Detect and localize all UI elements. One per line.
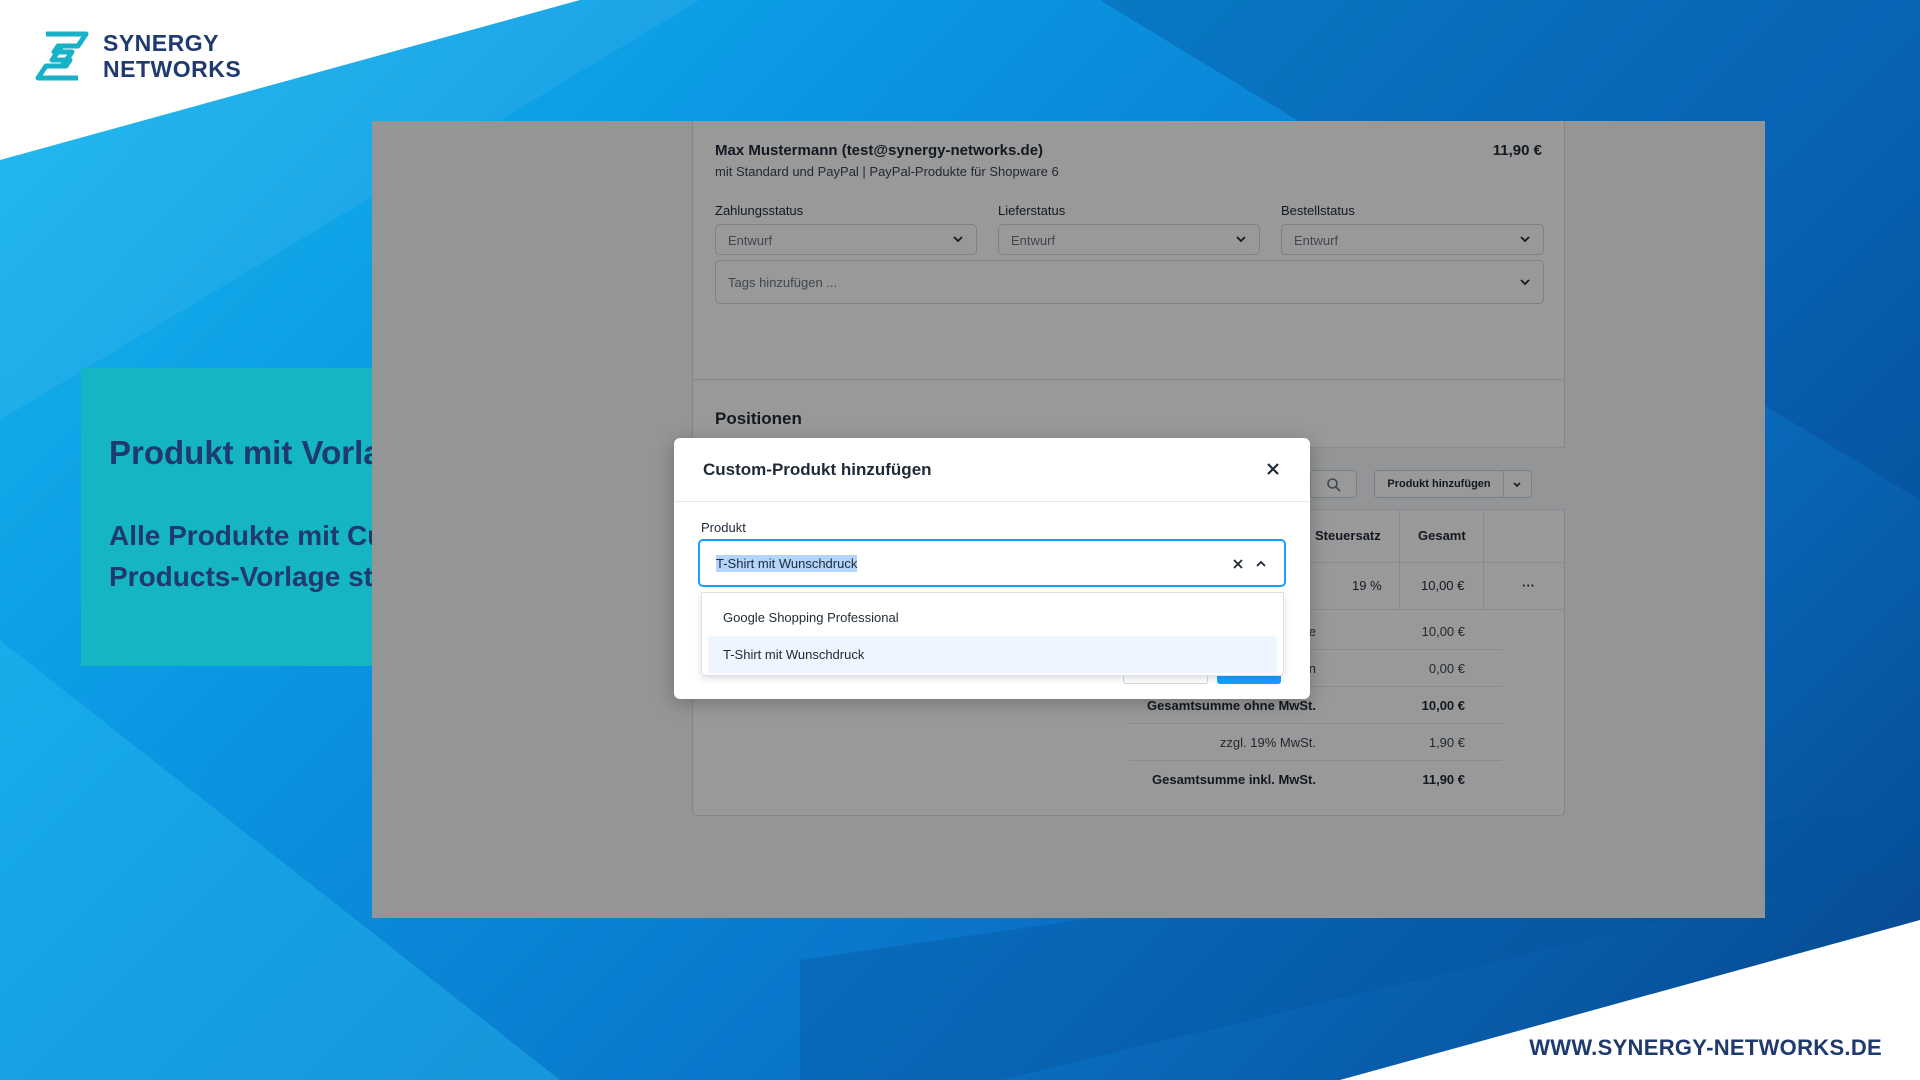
cancel-button[interactable]: [1123, 676, 1208, 684]
product-select-value: T-Shirt mit Wunschdruck: [716, 555, 858, 572]
footer-url: WWW.SYNERGY-NETWORKS.DE: [1529, 1035, 1882, 1060]
product-field-label: Produkt: [701, 520, 746, 535]
product-dropdown-list: Google Shopping Professional T-Shirt mit…: [701, 592, 1284, 676]
product-select[interactable]: T-Shirt mit Wunschdruck: [698, 539, 1286, 587]
custom-product-modal: Custom-Produkt hinzufügen Produkt T-Shir…: [674, 438, 1310, 699]
modal-title: Custom-Produkt hinzufügen: [703, 460, 932, 479]
brand-logo: SYNERGY NETWORKS: [32, 28, 241, 84]
save-button[interactable]: [1217, 676, 1281, 684]
close-icon[interactable]: [1264, 460, 1282, 478]
dropdown-option-selected[interactable]: T-Shirt mit Wunschdruck: [708, 636, 1277, 673]
brand-line-2: NETWORKS: [103, 56, 242, 82]
dropdown-option[interactable]: Google Shopping Professional: [708, 599, 1277, 636]
brand-name: SYNERGY NETWORKS: [103, 30, 241, 82]
modal-header: Custom-Produkt hinzufügen: [674, 438, 1310, 502]
synergy-logo-icon: [35, 31, 89, 81]
clear-icon[interactable]: [1232, 558, 1244, 570]
chevron-up-icon[interactable]: [1255, 558, 1267, 570]
brand-line-1: SYNERGY: [103, 30, 219, 56]
